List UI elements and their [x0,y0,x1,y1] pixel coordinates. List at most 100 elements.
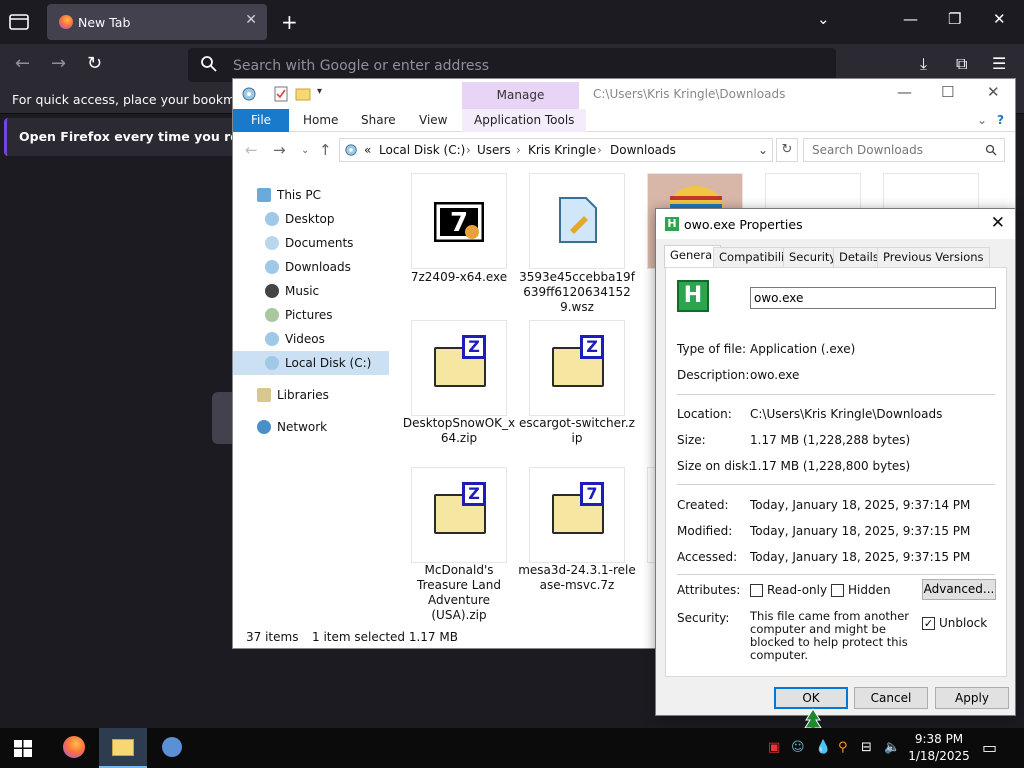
cancel-button[interactable]: Cancel [854,687,928,709]
ribbon-tab-file[interactable]: File [233,109,289,132]
tab-previous-versions[interactable]: Previous Versions [877,247,990,267]
close-window-icon[interactable]: ✕ [993,10,1006,28]
address-bar[interactable]: « Local Disk (C:) › Users › Kris Kringle… [339,138,773,162]
divider [677,574,995,575]
nav-this-pc[interactable]: This PC [233,183,389,207]
expand-ribbon-icon[interactable]: ⌄ [977,109,987,132]
tray-people-icon[interactable]: ☺ [791,740,805,755]
breadcrumb-overflow[interactable]: « [364,143,371,157]
nav-label: Libraries [277,388,329,402]
taskbar-app[interactable] [148,728,196,768]
people-icon [162,737,182,757]
zip-archive-icon: Z [434,482,486,534]
modified-value: Today, January 18, 2025, 9:37:15 PM [750,524,971,538]
file-tile[interactable] [529,173,625,269]
breadcrumb-downloads[interactable]: Downloads [610,143,676,157]
accessed-value: Today, January 18, 2025, 9:37:15 PM [750,550,971,564]
customize-quick-access-icon[interactable]: ▾ [317,86,333,102]
description-label: Description: [677,368,750,382]
tray-volume-icon[interactable]: 🔈 [884,740,900,755]
forward-icon[interactable]: → [51,53,66,74]
new-tab-icon[interactable]: + [281,10,298,34]
music-icon [265,284,279,298]
taskbar-file-explorer[interactable] [99,728,147,768]
search-icon [201,56,217,72]
up-icon[interactable]: ↑ [319,141,332,159]
tab-new-tab[interactable]: New Tab ✕ [47,4,267,40]
nav-libraries[interactable]: Libraries [233,383,389,407]
tray-drop-icon[interactable]: 💧 [815,740,831,755]
forward-icon[interactable]: → [273,141,286,159]
drive-icon [265,356,279,370]
restore-icon[interactable]: ❐ [948,10,961,28]
readonly-checkbox[interactable] [750,584,763,597]
file-name: 3593e45ccebba19f639ff61206341529.wsz [519,270,635,314]
maximize-icon[interactable]: ☐ [941,83,954,101]
back-icon[interactable]: ← [245,141,258,159]
back-icon[interactable]: ← [15,53,30,74]
menu-icon[interactable]: ☰ [992,54,1006,73]
minimize-icon[interactable]: — [903,10,918,28]
address-dropdown-icon[interactable]: ⌄ [758,143,768,157]
notifications-icon[interactable]: ▭ [982,738,997,757]
nav-downloads[interactable]: Downloads [233,255,389,279]
downloads-icon[interactable]: ⤓ [920,54,927,74]
folder-icon [112,739,134,756]
tab-title: New Tab [78,15,131,30]
breadcrumb-local-disk[interactable]: Local Disk (C:) [379,143,465,157]
search-box[interactable]: Search Downloads [803,138,1005,162]
refresh-icon[interactable]: ↻ [776,138,798,162]
document-icon [559,197,597,243]
apply-button[interactable]: Apply [935,687,1009,709]
nav-local-disk[interactable]: Local Disk (C:) [233,351,389,375]
close-window-icon[interactable]: ✕ [987,83,1000,101]
file-tile[interactable]: 7 [411,173,507,269]
tray-search-icon[interactable]: ⚲ [838,740,848,755]
breadcrumb-users[interactable]: Users [477,143,511,157]
extensions-icon[interactable]: ⧉ [956,54,967,74]
ribbon-tab-home[interactable]: Home [303,109,338,132]
taskbar-firefox[interactable] [50,728,98,768]
nav-documents[interactable]: Documents [233,231,389,255]
ok-button[interactable]: OK [774,687,848,709]
help-icon[interactable]: ? [997,109,1004,132]
nav-desktop[interactable]: Desktop [233,207,389,231]
nav-network[interactable]: Network [233,415,389,439]
ribbon-tab-share[interactable]: Share [361,109,396,132]
nav-pictures[interactable]: Pictures [233,303,389,327]
unblock-checkbox[interactable]: ✓ [922,617,935,630]
reload-icon[interactable]: ↻ [87,53,102,74]
filename-field[interactable]: owo.exe [750,287,996,309]
properties-icon[interactable] [273,86,289,102]
windows-start-icon[interactable] [14,740,32,757]
manage-tab[interactable]: Manage [462,82,579,109]
tray-network-icon[interactable]: ⊟ [861,740,872,755]
hidden-checkbox[interactable] [831,584,844,597]
minimize-icon[interactable]: — [897,83,912,101]
nav-label: Documents [285,236,354,250]
advanced-button[interactable]: Advanced... [922,579,996,600]
navigation-pane: This PC Desktop Documents Downloads Musi… [233,175,391,625]
hidden-label: Hidden [848,583,891,597]
clock[interactable]: 9:38 PM 1/18/2025 [904,731,974,765]
recent-locations-icon[interactable]: ⌄ [301,145,309,156]
application-icon: H [677,280,709,312]
tray-app-icon[interactable]: ▣ [768,740,780,755]
nav-music[interactable]: Music [233,279,389,303]
ribbon-tab-application-tools[interactable]: Application Tools [462,109,587,132]
file-tile[interactable]: Z [411,467,507,563]
file-tile[interactable]: Z [529,320,625,416]
list-all-tabs-icon[interactable] [8,12,30,32]
close-icon[interactable]: ✕ [991,213,1005,233]
url-bar[interactable]: Search with Google or enter address [188,48,836,82]
nav-videos[interactable]: Videos [233,327,389,351]
url-placeholder: Search with Google or enter address [233,58,490,74]
file-tile[interactable]: 7 [529,467,625,563]
file-tile[interactable]: Z [411,320,507,416]
created-label: Created: [677,498,729,512]
close-tab-icon[interactable]: ✕ [245,12,257,28]
ribbon-tab-view[interactable]: View [419,109,447,132]
chevron-down-icon[interactable]: ⌄ [817,10,830,28]
breadcrumb-kris-kringle[interactable]: Kris Kringle [528,143,596,157]
new-folder-icon[interactable] [295,86,311,102]
